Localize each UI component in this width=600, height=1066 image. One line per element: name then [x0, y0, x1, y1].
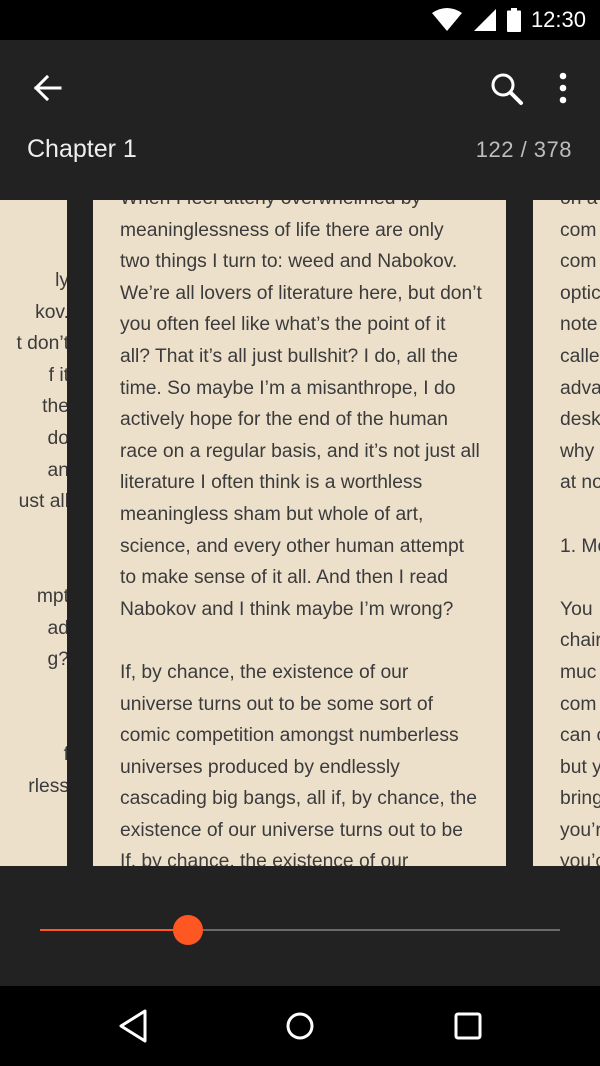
next-page-text: on a com com optic note calle adva desk …	[560, 200, 600, 866]
page-slider-track[interactable]	[40, 915, 560, 945]
page-slider-thumb[interactable]	[173, 915, 204, 945]
previous-page-text: ly kov. t don’t f it the do an ust all m…	[16, 270, 67, 797]
page-indicator: 122 / 378	[475, 137, 572, 162]
current-page[interactable]: When I feel utterly overwhelmed by meani…	[93, 200, 506, 866]
chapter-title: Chapter 1	[27, 135, 137, 163]
next-page[interactable]: on a com com optic note calle adva desk …	[533, 200, 600, 866]
battery-icon	[506, 8, 521, 32]
reader-controls	[0, 866, 600, 986]
status-icons: 12:30	[431, 0, 586, 40]
app-bar: Chapter 1 122 / 378	[0, 40, 600, 200]
signal-icon	[473, 9, 496, 31]
wifi-icon	[431, 8, 462, 31]
status-bar: 12:30	[0, 0, 600, 40]
search-icon[interactable]	[486, 68, 526, 108]
more-vert-icon[interactable]	[548, 68, 578, 108]
status-time: 12:30	[530, 7, 586, 32]
nav-recents-icon[interactable]	[448, 1006, 488, 1046]
current-page-text: When I feel utterly overwhelmed by meani…	[120, 200, 482, 866]
previous-page[interactable]: ly kov. t don’t f it the do an ust all m…	[0, 200, 67, 866]
system-nav-bar	[0, 986, 600, 1066]
back-arrow-icon[interactable]	[28, 68, 68, 108]
page-slider-fill	[40, 929, 189, 931]
nav-back-icon[interactable]	[113, 1006, 153, 1046]
nav-home-icon[interactable]	[280, 1006, 320, 1046]
